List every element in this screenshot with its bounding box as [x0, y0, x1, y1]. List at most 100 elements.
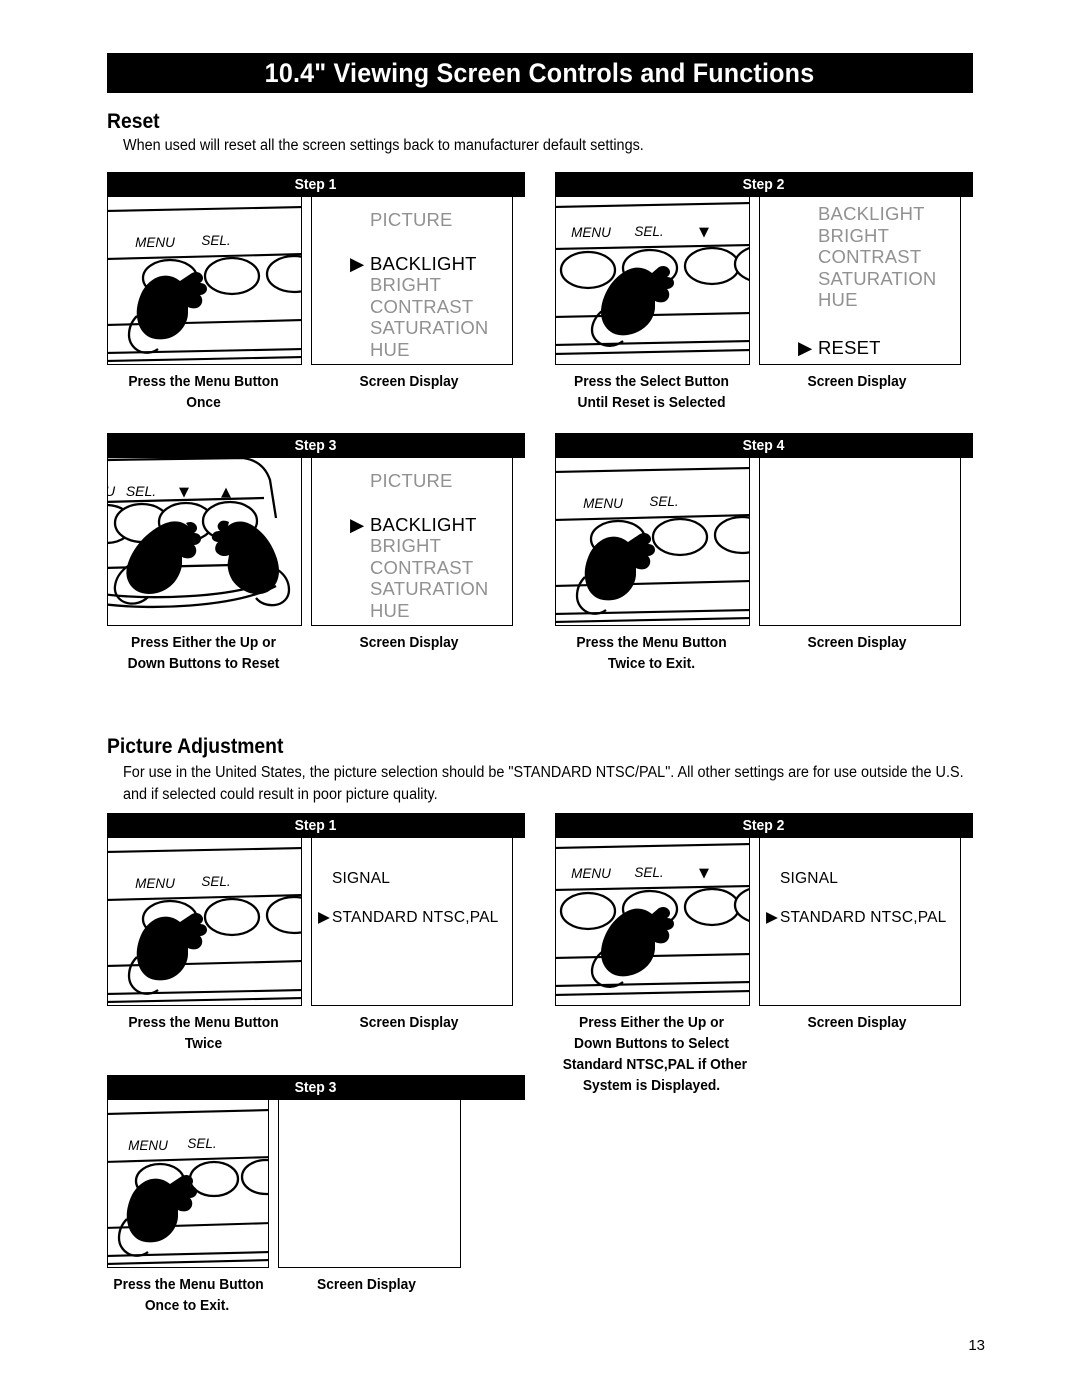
screen-display-caption: Screen Display: [807, 634, 907, 651]
step-header: Step 3: [107, 1075, 525, 1100]
svg-text:SEL.: SEL.: [634, 865, 663, 880]
step-caption: Press the Menu Button Once: [128, 373, 279, 411]
screen-display-caption: Screen Display: [359, 1014, 459, 1031]
screen-display-box: PICTURE ▶ BACKLIGHT BRIGHT CONTRAST SATUR…: [311, 458, 513, 626]
step-header: Step 1: [107, 172, 525, 197]
screen-display-caption: Screen Display: [359, 373, 459, 390]
svg-text:MENU: MENU: [583, 496, 623, 511]
screen-display-box: PICTURE ▶ BACKLIGHT BRIGHT CONTRAST SATUR…: [311, 197, 513, 365]
osd-menu: BACKLIGHT BRIGHT CONTRAST SATURATION HUE: [760, 197, 960, 364]
step-header: Step 4: [555, 433, 973, 458]
section-body-reset: When used will reset all the screen sett…: [123, 137, 644, 154]
svg-text:▼: ▼: [699, 866, 709, 881]
selection-marker-icon: ▶: [350, 513, 365, 535]
svg-text:MENU: MENU: [571, 225, 611, 240]
svg-text:MENU: MENU: [571, 866, 611, 881]
step-caption: Press the Menu Button Twice to Exit.: [576, 634, 727, 672]
step-title: Step 2: [743, 176, 785, 193]
osd-item: CONTRAST: [370, 556, 474, 578]
selection-marker-icon: ▶: [798, 336, 813, 358]
page-title-bar: 10.4" Viewing Screen Controls and Functi…: [107, 53, 973, 93]
step-panel-picture-1: Step 1 MENU SEL. SIGNAL ▶ STANDARD NTSC,…: [107, 813, 525, 1054]
osd-header: PICTURE: [370, 470, 453, 491]
svg-text:MENU: MENU: [135, 876, 175, 891]
selection-marker-icon: ▶: [350, 252, 365, 274]
device-illustration-menu-press: MENU SEL.: [107, 1100, 269, 1268]
osd-header: PICTURE: [370, 209, 453, 230]
step-title: Step 2: [743, 817, 785, 834]
step-panel-reset-2: Step 2 MENU SEL. ▼ BACKLIGHT BRIGHT CONT…: [555, 172, 973, 413]
svg-text:MENU: MENU: [128, 1138, 168, 1153]
step-title: Step 3: [295, 1079, 337, 1096]
device-illustration-select-press: MENU SEL. ▼: [555, 838, 750, 1006]
osd-item: CONTRAST: [818, 246, 922, 267]
osd-item-selected: ▶ STANDARD NTSC,PAL: [766, 909, 947, 926]
svg-text:SEL.: SEL.: [201, 874, 230, 889]
step-header: Step 3: [107, 433, 525, 458]
osd-item: HUE: [370, 338, 410, 360]
osd-item-selected: ▶ BACKLIGHT: [350, 513, 477, 535]
svg-text:▼: ▼: [179, 485, 189, 500]
svg-text:SEL.: SEL.: [201, 233, 230, 248]
device-illustration-select-press: MENU SEL. ▼: [555, 197, 750, 365]
device-illustration-menu-press: MENU SEL.: [107, 838, 302, 1006]
screen-display-box: SIGNAL ▶ STANDARD NTSC,PAL: [759, 838, 961, 1006]
page-number: 13: [968, 1337, 985, 1354]
section-heading-picture-adjustment: Picture Adjustment: [107, 735, 284, 758]
step-caption: Press the Select Button Until Reset is Se…: [574, 373, 729, 411]
screen-display-box: SIGNAL ▶ STANDARD NTSC,PAL: [311, 838, 513, 1006]
svg-text:▼: ▼: [699, 225, 709, 240]
svg-text:U: U: [108, 483, 116, 499]
svg-text:SEL.: SEL.: [187, 1136, 216, 1151]
svg-text:▲: ▲: [221, 485, 231, 500]
step-panel-reset-3: Step 3 SEL. ▼ ▲ PICTURE ▶ BACKLIGHT BRIG…: [107, 433, 525, 674]
step-header: Step 1: [107, 813, 525, 838]
osd-header: SIGNAL: [780, 870, 839, 887]
step-panel-reset-4: Step 4 MENU SEL. Press the Menu Button T…: [555, 433, 973, 674]
osd-item: SATURATION: [370, 317, 489, 338]
osd-signal: SIGNAL ▶ STANDARD NTSC,PAL: [760, 838, 960, 1005]
section-heading-reset: Reset: [107, 110, 160, 133]
screen-display-caption: Screen Display: [317, 1276, 416, 1293]
screen-display-caption: Screen Display: [807, 1014, 907, 1031]
step-header: Step 2: [555, 172, 973, 197]
osd-menu: PICTURE ▶ BACKLIGHT BRIGHT CONTRAST SATUR…: [312, 458, 512, 625]
device-illustration-menu-press: MENU SEL.: [107, 197, 302, 365]
osd-item: BRIGHT: [818, 224, 890, 246]
step-title: Step 1: [295, 817, 337, 834]
step-panel-picture-2: Step 2 MENU SEL. ▼ SIGNAL ▶ STANDARD NTS…: [555, 813, 973, 1096]
osd-header: SIGNAL: [332, 870, 391, 887]
screen-display-box-blank: [278, 1100, 461, 1268]
step-panel-picture-3: Step 3 MENU SEL. Press the Menu Button O…: [107, 1075, 525, 1316]
step-caption: Press Either the Up or Down Buttons to Se…: [562, 1014, 747, 1094]
osd-menu: PICTURE ▶ BACKLIGHT BRIGHT CONTRAST SATUR…: [312, 197, 512, 364]
osd-item: SATURATION: [818, 267, 937, 289]
svg-text:SEL.: SEL.: [126, 483, 156, 499]
step-caption: Press the Menu Button Once to Exit.: [113, 1276, 264, 1314]
step-caption: Press Either the Up or Down Buttons to Re…: [127, 634, 280, 672]
selection-marker-icon: ▶: [766, 909, 779, 926]
svg-text:MENU: MENU: [135, 235, 175, 250]
device-illustration-updown-press: U SEL. ▼ ▲: [107, 458, 302, 626]
svg-text:SEL.: SEL.: [649, 494, 678, 509]
osd-item-selected: ▶ RESET: [798, 336, 881, 358]
osd-signal: SIGNAL ▶ STANDARD NTSC,PAL: [312, 838, 512, 1005]
selection-marker-icon: ▶: [318, 909, 331, 926]
svg-text:SEL.: SEL.: [634, 224, 663, 239]
step-title: Step 4: [743, 437, 785, 454]
step-panel-reset-1: Step 1 MENU SEL. PICTURE ▶ BACKLIGHT BRI…: [107, 172, 525, 413]
section-body-picture-adjustment: For use in the United States, the pictur…: [123, 764, 964, 803]
osd-item-selected: ▶ BACKLIGHT: [350, 252, 477, 274]
osd-item: BRIGHT: [370, 535, 442, 556]
screen-display-caption: Screen Display: [359, 634, 459, 651]
osd-item: SATURATION: [370, 578, 489, 599]
page-title: 10.4" Viewing Screen Controls and Functi…: [265, 57, 815, 88]
osd-item: HUE: [370, 599, 410, 621]
step-title: Step 3: [295, 437, 337, 454]
osd-item: BACKLIGHT: [818, 203, 925, 224]
step-caption: Press the Menu Button Twice: [128, 1014, 279, 1052]
device-illustration-menu-press: MENU SEL.: [555, 458, 750, 626]
screen-display-caption: Screen Display: [807, 373, 907, 390]
screen-display-box-blank: [759, 458, 961, 626]
step-header: Step 2: [555, 813, 973, 838]
